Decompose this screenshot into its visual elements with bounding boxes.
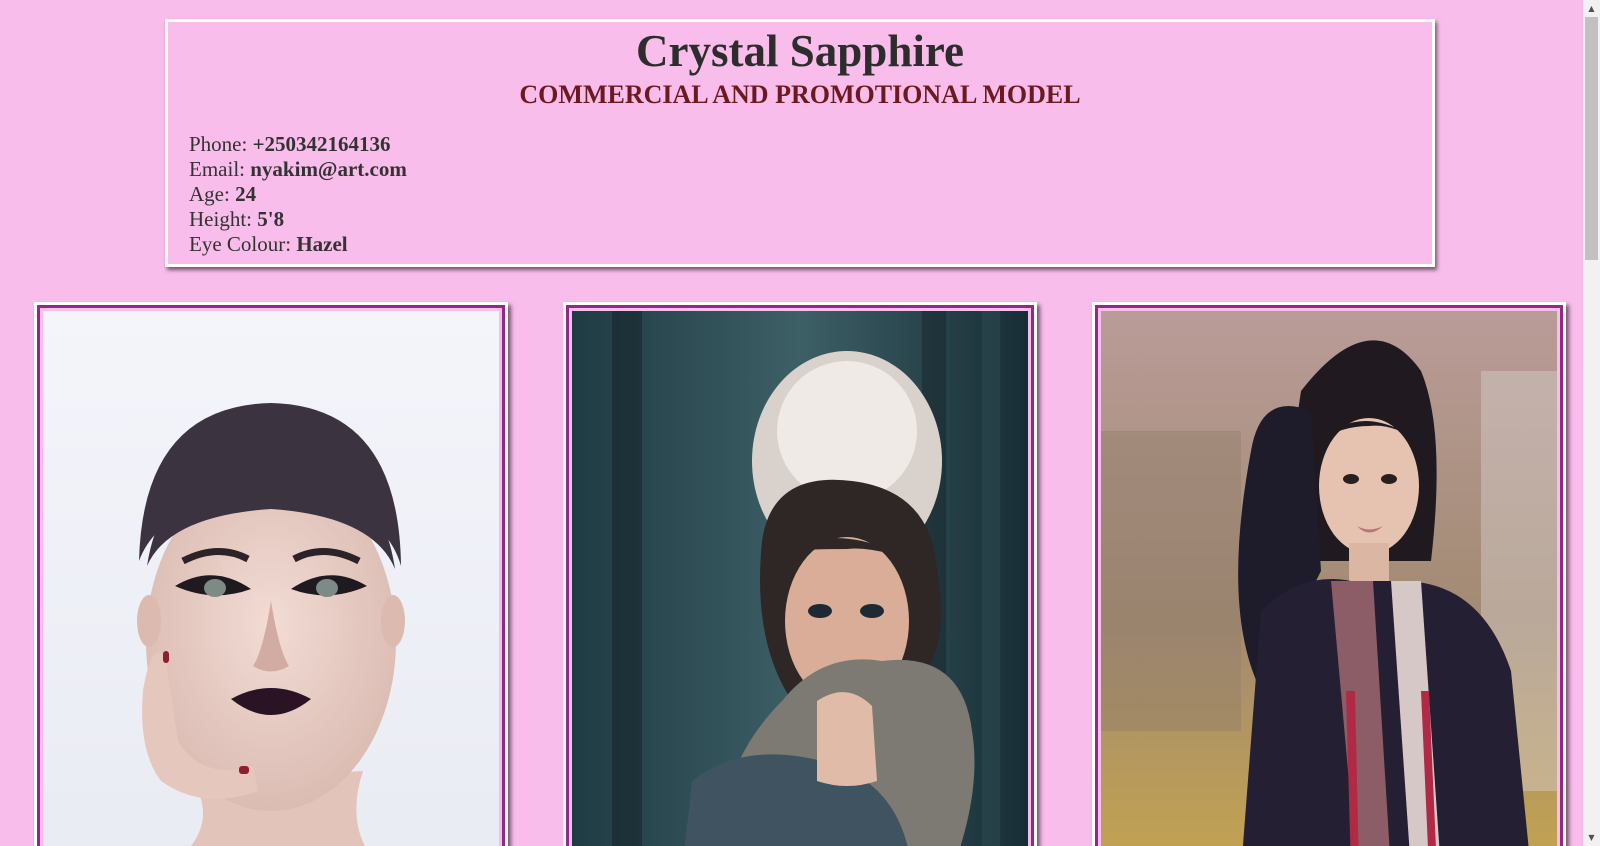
page: Crystal Sapphire COMMERCIAL AND PROMOTIO…	[0, 0, 1583, 846]
detail-label: Eye Colour:	[189, 232, 297, 256]
model-details: Phone: +250342164136 Email: nyakim@art.c…	[189, 132, 407, 257]
detail-label: Email:	[189, 157, 251, 181]
winter-hood-photo-image	[572, 311, 1028, 846]
eye-colour-detail: Eye Colour: Hazel	[189, 232, 407, 257]
model-subtitle: COMMERCIAL AND PROMOTIONAL MODEL	[519, 80, 1081, 109]
phone-value: +250342164136	[252, 132, 391, 156]
triangle-up-icon[interactable]: ▲	[1583, 0, 1600, 17]
gallery-photo-3	[1092, 302, 1566, 846]
detail-label: Age:	[189, 182, 236, 206]
vertical-scrollbar[interactable]: ▲ ▼	[1583, 0, 1600, 846]
detail-label: Phone:	[189, 132, 253, 156]
gallery-photo-1	[34, 302, 508, 846]
email-value: nyakim@art.com	[250, 157, 407, 181]
height-detail: Height: 5'8	[189, 207, 407, 232]
portrait-photo-image	[43, 311, 499, 846]
phone-detail: Phone: +250342164136	[189, 132, 407, 157]
age-detail: Age: 24	[189, 182, 407, 207]
triangle-down-icon[interactable]: ▼	[1583, 829, 1600, 846]
detail-label: Height:	[189, 207, 258, 231]
model-name: Crystal Sapphire	[636, 26, 964, 76]
scrollbar-thumb[interactable]	[1585, 17, 1598, 260]
height-value: 5'8	[257, 207, 285, 231]
profile-card: Crystal Sapphire COMMERCIAL AND PROMOTIO…	[165, 19, 1435, 267]
knit-sweater-photo-image	[1101, 311, 1557, 846]
email-detail: Email: nyakim@art.com	[189, 157, 407, 182]
eye-colour-value: Hazel	[296, 232, 348, 256]
gallery-photo-2	[563, 302, 1037, 846]
age-value: 24	[235, 182, 257, 206]
